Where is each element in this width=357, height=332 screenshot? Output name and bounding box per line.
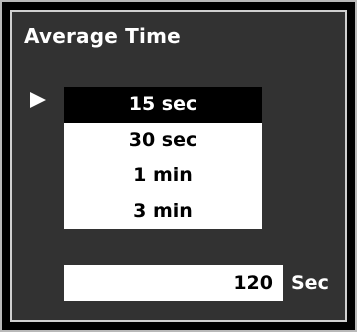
play-arrow-icon [30, 92, 46, 108]
option-1-min[interactable]: 1 min [64, 158, 262, 194]
average-time-list[interactable]: 15 sec 30 sec 1 min 3 min [64, 87, 262, 229]
option-3-min[interactable]: 3 min [64, 194, 262, 230]
average-time-dialog: Average Time 15 sec 30 sec 1 min 3 min 1… [0, 0, 357, 332]
option-30-sec[interactable]: 30 sec [64, 123, 262, 159]
custom-time-unit: Sec [291, 272, 329, 294]
option-15-sec[interactable]: 15 sec [64, 87, 262, 123]
custom-time-value: 120 [233, 272, 273, 294]
dialog-title: Average Time [24, 24, 181, 48]
custom-time-input[interactable]: 120 [64, 265, 283, 301]
